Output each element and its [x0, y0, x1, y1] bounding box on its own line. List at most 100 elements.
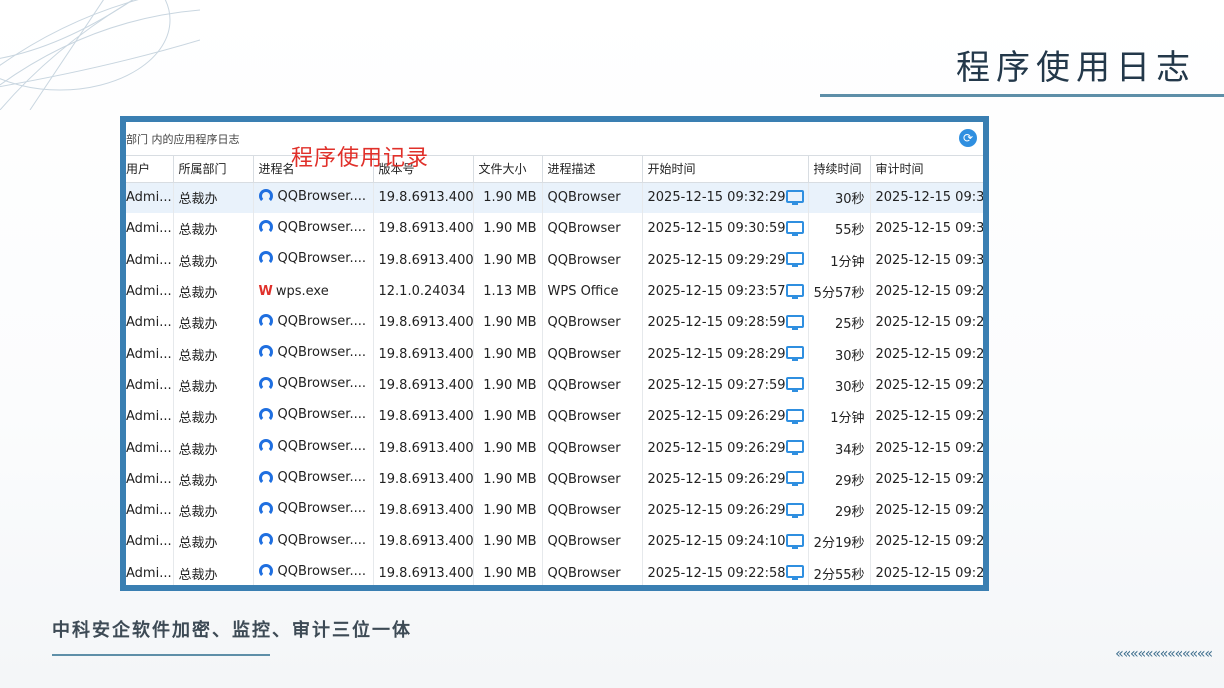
title-underline	[820, 94, 1224, 97]
cell-duration: 1分钟	[808, 401, 871, 433]
cell-user: Admi...	[126, 432, 174, 464]
cell-duration: 55秒	[808, 213, 871, 245]
cell-desc: QQBrowser	[542, 182, 643, 214]
cell-size: 1.90 MB	[473, 213, 543, 245]
start-time: 2025-12-15 09:22:58	[647, 565, 786, 581]
cell-dept: 总裁办	[173, 182, 254, 214]
monitor-icon[interactable]	[785, 252, 804, 268]
monitor-icon[interactable]	[785, 346, 804, 362]
cell-audit-time: 2025-12-15 09:2	[870, 338, 983, 370]
start-time: 2025-12-15 09:26:29	[647, 471, 786, 487]
cell-process: QQBrowser....	[253, 338, 374, 370]
column-header[interactable]: 文件大小	[473, 156, 543, 183]
cell-audit-time: 2025-12-15 09:2	[870, 432, 983, 464]
cell-process: QQBrowser....	[253, 463, 374, 495]
panel-header: 部门 内的应用程序日志 ⟳	[126, 122, 983, 156]
table-row[interactable]: Admi... 总裁办 QQBrowser.... 19.8.6913.400 1.90…	[126, 338, 983, 370]
table-row[interactable]: Admi... 总裁办 QQBrowser.... 19.8.6913.400 1.90…	[126, 244, 983, 276]
cell-process: QQBrowser....	[253, 244, 374, 276]
monitor-icon[interactable]	[785, 314, 804, 331]
column-header[interactable]: 进程描述	[542, 156, 643, 183]
cell-duration: 29秒	[808, 463, 871, 495]
column-header[interactable]: 审计时间	[870, 156, 983, 183]
overlay-annotation-label: 程序使用记录	[291, 146, 430, 171]
cell-start: 2025-12-15 09:28:59	[642, 307, 809, 339]
cell-desc: QQBrowser	[542, 213, 643, 245]
cell-process: QQBrowser....	[253, 432, 374, 464]
monitor-icon[interactable]	[785, 565, 804, 581]
cell-start: 2025-12-15 09:26:29	[642, 494, 809, 527]
qqbrowser-icon	[258, 314, 273, 329]
cell-dept: 总裁办	[173, 557, 254, 585]
qqbrowser-icon	[258, 533, 273, 548]
cell-audit-time: 2025-12-15 09:3	[870, 244, 983, 276]
qqbrowser-icon	[258, 407, 273, 422]
table-header-row: 用户 所属部门 进程名 版本号 文件大小 进程描述 开始时间 持续时间 审计时间	[126, 156, 983, 183]
monitor-icon[interactable]	[785, 377, 804, 393]
screenshot-frame: 部门 内的应用程序日志 ⟳ 程序使用记录 用户 所属部门 进程名 版本号 文件大…	[120, 116, 989, 591]
cell-start: 2025-12-15 09:23:57	[642, 275, 809, 308]
cell-user: Admi...	[126, 369, 174, 402]
cell-audit-time: 2025-12-15 09:3	[870, 182, 983, 214]
cell-user: Admi...	[126, 213, 174, 245]
cell-duration: 2分55秒	[808, 557, 871, 585]
table-row[interactable]: Admi... 总裁办 QQBrowser.... 19.8.6913.400 1.90…	[126, 494, 983, 527]
process-name: QQBrowser....	[277, 344, 366, 360]
process-name: QQBrowser....	[277, 188, 366, 204]
cell-desc: QQBrowser	[542, 432, 643, 464]
monitor-icon[interactable]	[785, 283, 804, 300]
qqbrowser-icon	[258, 470, 273, 485]
monitor-icon[interactable]	[785, 502, 804, 519]
monitor-icon[interactable]	[785, 533, 804, 550]
cell-size: 1.90 MB	[473, 307, 543, 339]
cell-dept: 总裁办	[173, 401, 254, 433]
table-row[interactable]: Admi... 总裁办 Wwps.exe 12.1.0.24034 1.13 MB WPS…	[126, 275, 983, 308]
app-log-table: 用户 所属部门 进程名 版本号 文件大小 进程描述 开始时间 持续时间 审计时间…	[126, 156, 983, 585]
table-row[interactable]: Admi... 总裁办 QQBrowser.... 19.8.6913.400 1.90…	[126, 401, 983, 433]
table-row[interactable]: Admi... 总裁办 QQBrowser.... 19.8.6913.400 1.90…	[126, 369, 983, 402]
cell-audit-time: 2025-12-15 09:2	[870, 369, 983, 402]
table-row[interactable]: Admi... 总裁办 QQBrowser.... 19.8.6913.400 1.90…	[126, 182, 983, 214]
monitor-icon[interactable]	[785, 189, 804, 206]
cell-version: 19.8.6913.400	[373, 526, 474, 558]
start-time: 2025-12-15 09:23:57	[647, 284, 786, 300]
table-row[interactable]: Admi... 总裁办 QQBrowser.... 19.8.6913.400 1.90…	[126, 432, 983, 464]
cell-size: 1.13 MB	[473, 275, 543, 308]
monitor-icon[interactable]	[785, 471, 804, 487]
table-row[interactable]: Admi... 总裁办 QQBrowser.... 19.8.6913.400 1.90…	[126, 463, 983, 495]
cell-desc: QQBrowser	[542, 494, 643, 527]
cell-process: QQBrowser....	[253, 401, 374, 433]
column-header[interactable]: 用户	[126, 156, 174, 183]
cell-user: Admi...	[126, 275, 174, 308]
process-name: QQBrowser....	[277, 470, 366, 486]
table-row[interactable]: Admi... 总裁办 QQBrowser.... 19.8.6913.400 1.90…	[126, 557, 983, 585]
cell-audit-time: 2025-12-15 09:2	[870, 463, 983, 495]
cell-dept: 总裁办	[173, 526, 254, 558]
column-header[interactable]: 持续时间	[808, 156, 871, 183]
cell-dept: 总裁办	[173, 213, 254, 245]
cell-duration: 34秒	[808, 432, 871, 464]
cell-dept: 总裁办	[173, 494, 254, 527]
cell-start: 2025-12-15 09:30:59	[642, 213, 809, 245]
cell-version: 19.8.6913.400	[373, 401, 474, 433]
cell-duration: 2分19秒	[808, 526, 871, 558]
refresh-icon[interactable]: ⟳	[959, 129, 977, 147]
monitor-icon[interactable]	[785, 408, 804, 425]
process-name: wps.exe	[275, 284, 329, 300]
table-row[interactable]: Admi... 总裁办 QQBrowser.... 19.8.6913.400 1.90…	[126, 526, 983, 558]
slide-subtitle: 中科安企软件加密、监控、审计三位一体	[52, 620, 412, 641]
cell-desc: QQBrowser	[542, 307, 643, 339]
cell-process: QQBrowser....	[253, 182, 374, 214]
monitor-icon[interactable]	[785, 220, 804, 237]
cell-version: 19.8.6913.400	[373, 244, 474, 276]
column-header[interactable]: 开始时间	[642, 156, 809, 183]
table-row[interactable]: Admi... 总裁办 QQBrowser.... 19.8.6913.400 1.90…	[126, 213, 983, 245]
table-row[interactable]: Admi... 总裁办 QQBrowser.... 19.8.6913.400 1.90…	[126, 307, 983, 339]
qqbrowser-icon	[258, 345, 273, 360]
cell-start: 2025-12-15 09:29:29	[642, 244, 809, 276]
cell-version: 19.8.6913.400	[373, 182, 474, 214]
cell-user: Admi...	[126, 244, 174, 276]
column-header[interactable]: 所属部门	[173, 156, 254, 183]
process-name: QQBrowser....	[277, 376, 366, 392]
monitor-icon[interactable]	[785, 440, 804, 456]
